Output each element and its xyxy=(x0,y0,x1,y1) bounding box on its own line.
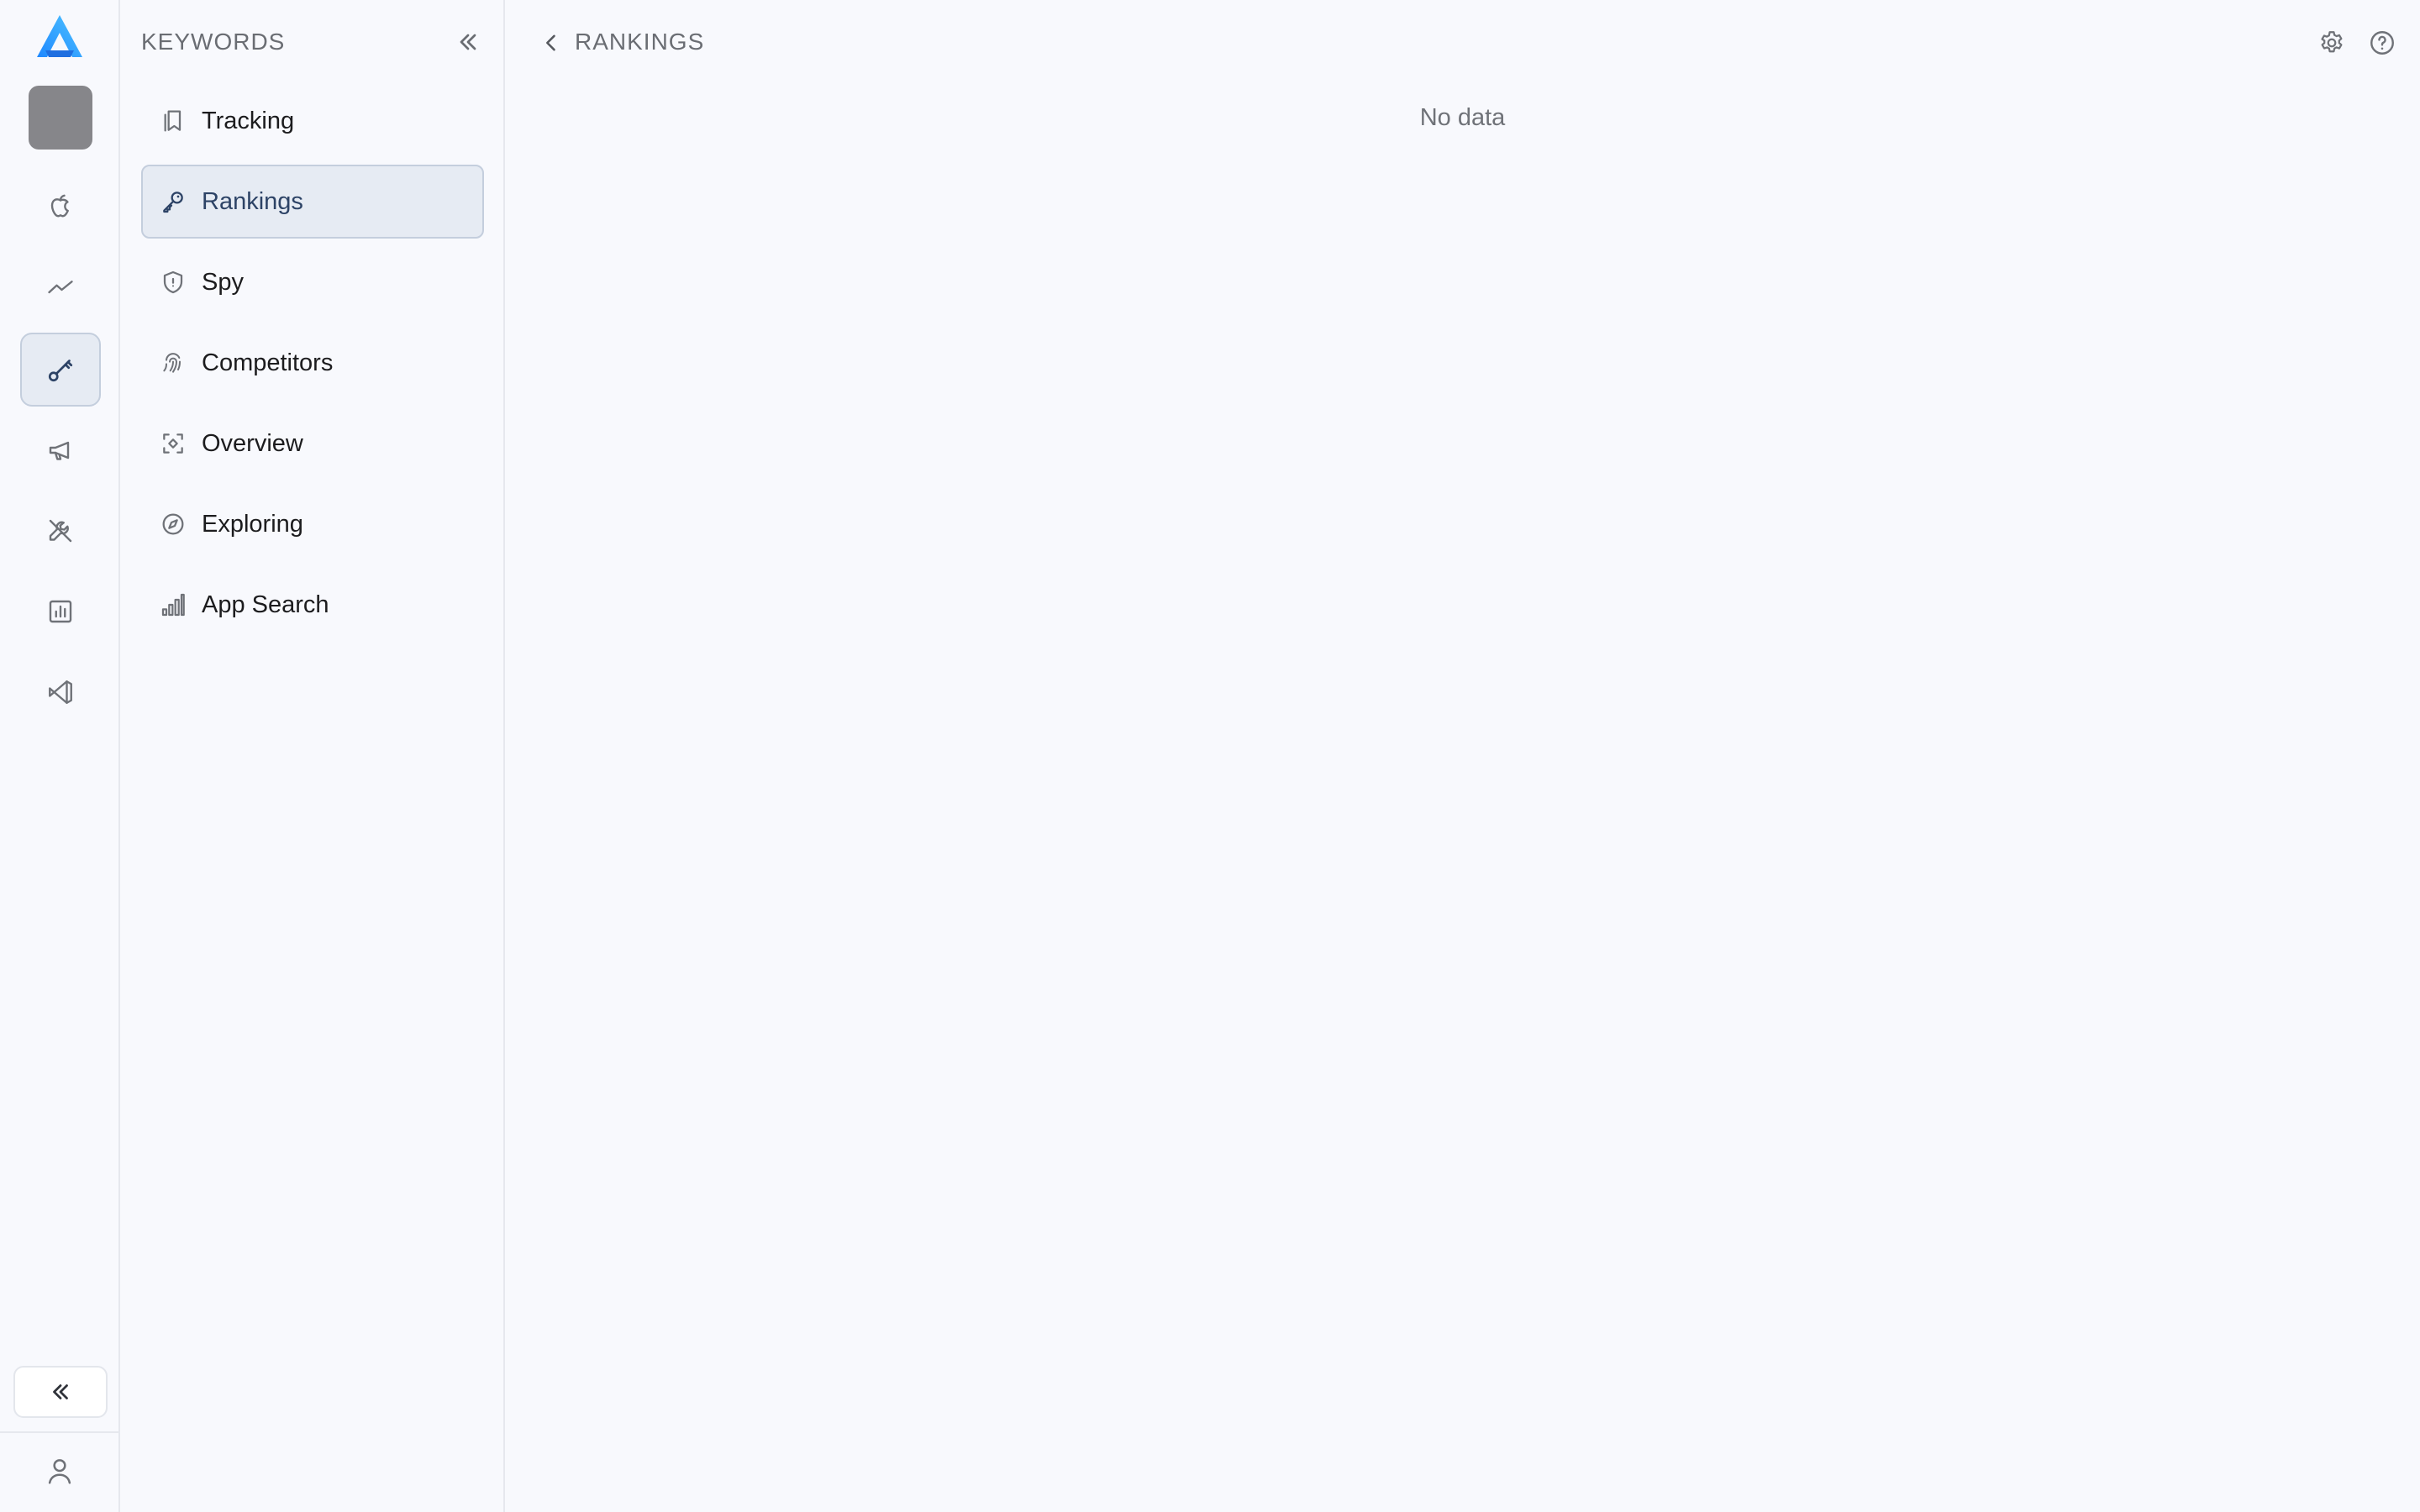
sidebar-item-label: Exploring xyxy=(202,510,303,538)
sidebar-item-label: Rankings xyxy=(202,187,303,215)
user-icon[interactable] xyxy=(40,1452,79,1490)
main-content: RANKINGS No data xyxy=(505,0,2420,1512)
sidebar-item-exploring[interactable]: Exploring xyxy=(141,487,484,561)
sidebar-item-label: App Search xyxy=(202,591,329,618)
sidebar-item-tracking[interactable]: Tracking xyxy=(141,84,484,158)
keywords-sidebar: KEYWORDS Tracking Rankings Spy Competito… xyxy=(120,0,505,1512)
apple-icon[interactable] xyxy=(20,170,101,244)
vs-code-icon[interactable] xyxy=(20,655,101,729)
sidebar-item-overview[interactable]: Overview xyxy=(141,407,484,480)
back-button[interactable] xyxy=(539,29,564,57)
sidebar-item-label: Spy xyxy=(202,268,244,296)
shield-icon xyxy=(158,267,188,297)
bar-chart-icon[interactable] xyxy=(20,575,101,648)
sidebar-item-label: Overview xyxy=(202,429,303,457)
trend-line-icon[interactable] xyxy=(20,250,101,324)
empty-state-text: No data xyxy=(1419,104,1506,131)
sidebar-item-app-search[interactable]: App Search xyxy=(141,568,484,642)
wrench-icon[interactable] xyxy=(20,494,101,568)
chevrons-left-icon xyxy=(48,1379,73,1404)
sidebar-item-label: Competitors xyxy=(202,349,334,376)
megaphone-icon[interactable] xyxy=(20,413,101,487)
focus-scan-icon xyxy=(158,428,188,459)
sidebar-item-label: Tracking xyxy=(202,107,295,134)
breadcrumb: RANKINGS xyxy=(575,29,705,55)
chevrons-left-icon xyxy=(455,29,481,55)
sidebar-item-rankings[interactable]: Rankings xyxy=(141,165,484,239)
key-icon xyxy=(158,186,188,217)
bookmark-icon xyxy=(158,106,188,136)
icon-rail xyxy=(0,0,120,1512)
help-icon[interactable] xyxy=(2366,27,2398,59)
sidebar-collapse-button[interactable] xyxy=(455,29,481,55)
sidebar-item-competitors[interactable]: Competitors xyxy=(141,326,484,400)
app-logo-icon[interactable] xyxy=(34,13,86,60)
chevron-left-icon xyxy=(539,31,563,55)
signal-bars-icon xyxy=(158,590,188,620)
rail-collapse-button[interactable] xyxy=(13,1366,108,1418)
gear-icon[interactable] xyxy=(2316,27,2348,59)
fingerprint-icon xyxy=(158,348,188,378)
app-avatar[interactable] xyxy=(29,86,92,150)
rail-divider xyxy=(0,1431,120,1433)
key-icon[interactable] xyxy=(20,333,101,407)
compass-icon xyxy=(158,509,188,539)
sidebar-title: KEYWORDS xyxy=(141,29,286,55)
sidebar-item-spy[interactable]: Spy xyxy=(141,245,484,319)
